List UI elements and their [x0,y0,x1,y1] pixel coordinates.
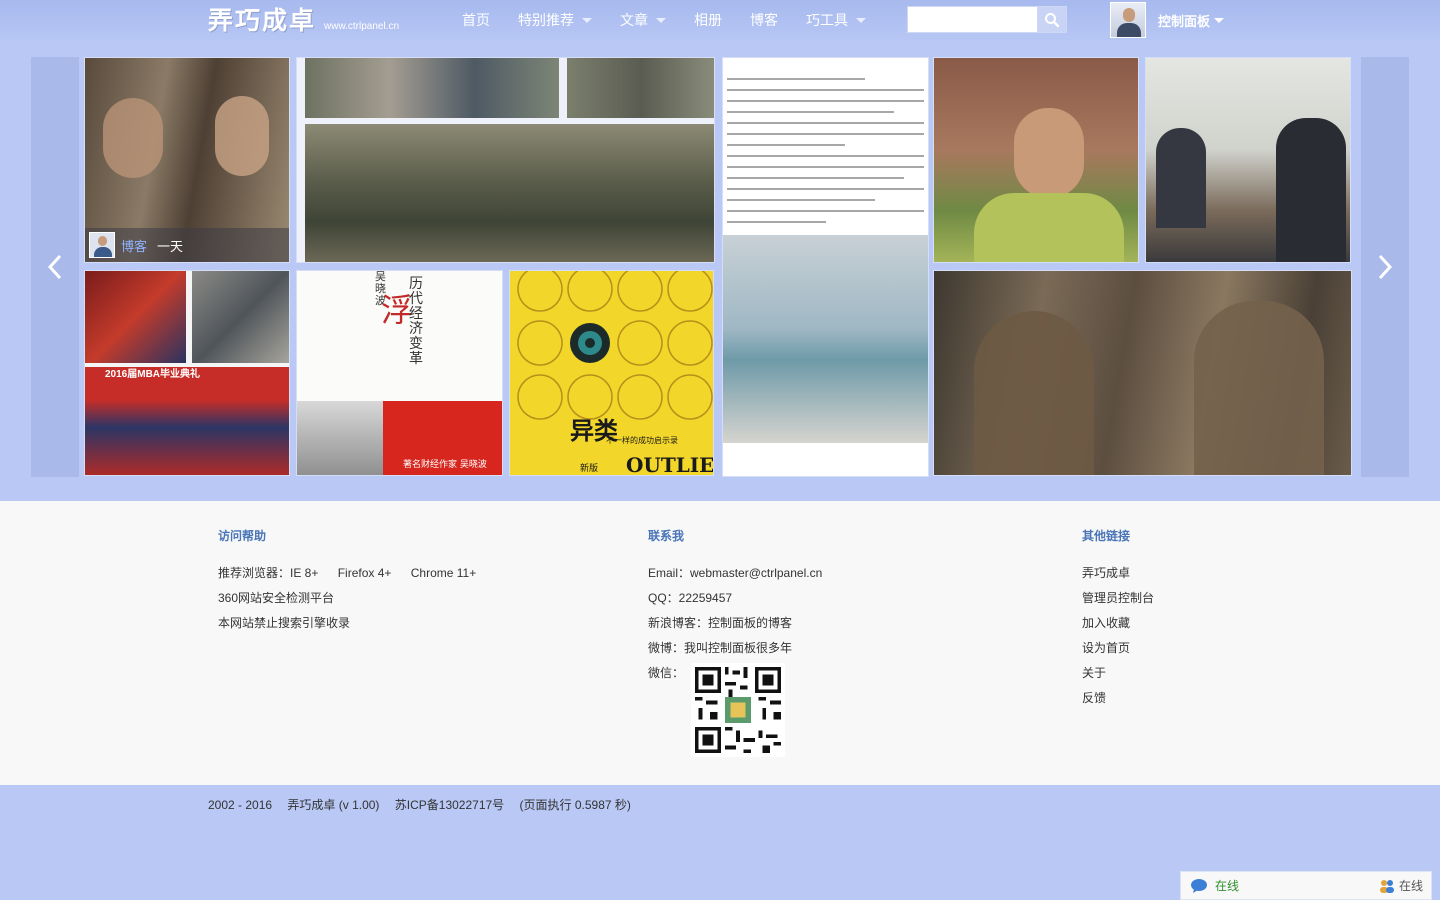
nav-albums-label: 相册 [694,12,722,28]
search-icon [1045,12,1060,27]
top-navigation-bar: 弄巧成卓 www.ctrlpanel.cn 首页 特别推荐 文章 相册 博客 巧… [0,0,1440,40]
gallery-tile-featured[interactable]: 博客 一天 [84,57,290,263]
copyright-exec-time: (页面执行 0.5987 秒) [519,798,631,812]
caption-category[interactable]: 博客 [121,236,147,255]
gallery-tile-book-outliers[interactable]: 异类 不一样的成功启示录 新版 OUTLIERS [509,270,714,476]
gallery-tile-group-photos[interactable] [296,57,715,263]
avatar[interactable] [1110,2,1146,38]
browser-recommendations: 推荐浏览器：IE 8+ Firefox 4+ Chrome 11+ [218,565,476,590]
browser-ie: 推荐浏览器：IE 8+ [218,566,319,580]
book-footer: 著名财经作家 吴晓波 [403,460,487,470]
no-index-notice: 本网站禁止搜索引擎收录 [218,616,351,630]
user-menu-label[interactable]: 控制面板 [1158,11,1225,30]
search-button[interactable] [1037,6,1067,33]
footer-contact-column: 联系我 Email：webmaster@ctrlpanel.cn QQ：2225… [648,527,822,757]
link-admin-console[interactable]: 管理员控制台 [1082,590,1154,615]
graduation-banner-text: 2016届MBA毕业典礼 [105,369,201,380]
photo-caption: 博客 一天 [85,228,289,262]
gallery-tile-meeting[interactable] [1145,57,1351,263]
chevron-down-icon [656,18,666,23]
main-nav: 首页 特别推荐 文章 相册 博客 巧工具 [462,0,894,40]
nav-home-label: 首页 [462,12,490,28]
footer-links-column: 其他链接 弄巧成卓 管理员控制台 加入收藏 设为首页 关于 反馈 [1082,527,1154,715]
copyright-bar: 2002 - 2016 弄巧成卓 (v 1.00) 苏ICP备13022717号… [208,796,643,813]
browser-firefox: Firefox 4+ [337,566,392,580]
book2-edition: 新版 [580,464,599,474]
chevron-down-icon [582,18,592,23]
logo-url: www.ctrlpanel.cn [324,21,400,32]
copyright-years: 2002 - 2016 [208,798,273,812]
copyright-site: 弄巧成卓 (v 1.00) [287,798,380,812]
chat-bubble-icon [1191,878,1207,893]
contact-weibo[interactable]: 微博：我叫控制面板很多年 [648,640,822,665]
link-home[interactable]: 弄巧成卓 [1082,565,1154,590]
gallery-tile-book-wu[interactable]: 吴晓波 浮 历代经济变革 著名财经作家 吴晓波 [296,270,503,476]
copyright-icp[interactable]: 苏ICP备13022717号 [395,798,504,812]
site-logo[interactable]: 弄巧成卓 www.ctrlpanel.cn [208,4,399,36]
footer-links-title: 其他链接 [1082,529,1131,543]
gallery-tile-graduation[interactable]: 2016届MBA毕业典礼 [84,270,290,476]
users-icon [1379,879,1394,893]
gallery-next-button[interactable] [1361,57,1409,477]
online-status-widget: 在线 在线 [1180,871,1432,900]
user-name: 控制面板 [1158,13,1211,29]
nav-featured-label: 特别推荐 [518,12,574,28]
link-set-homepage[interactable]: 设为首页 [1082,640,1154,665]
search-input[interactable] [907,6,1037,33]
wechat-qr-code [691,663,786,757]
nav-featured[interactable]: 特别推荐 [518,0,592,40]
link-about[interactable]: 关于 [1082,665,1154,690]
online-chat-label: 在线 [1215,879,1240,893]
logo-text: 弄巧成卓 [208,6,317,35]
chevron-down-icon [856,18,866,23]
gallery-tile-document[interactable] [722,57,929,477]
contact-wechat-label: 微信： [648,666,685,680]
book2-english: OUTLIERS [626,453,714,476]
book-subtitle: 历代经济变革 [409,276,423,367]
contact-email[interactable]: Email：webmaster@ctrlpanel.cn [648,565,822,590]
avatar [89,232,115,258]
footer-help-column: 访问帮助 推荐浏览器：IE 8+ Firefox 4+ Chrome 11+ 3… [218,527,476,640]
gallery-tile-movie[interactable] [933,270,1352,476]
caption-title[interactable]: 一天 [157,236,183,255]
footer-help-title: 访问帮助 [218,529,267,543]
nav-tools[interactable]: 巧工具 [806,0,866,40]
nav-blog[interactable]: 博客 [750,0,778,40]
link-feedback[interactable]: 反馈 [1082,690,1154,715]
gallery-prev-button[interactable] [31,57,79,477]
document-text-lines [727,78,924,232]
online-users-label: 在线 [1398,879,1423,893]
book2-subtitle: 不一样的成功启示录 [606,436,678,445]
security-check-link[interactable]: 360网站安全检测平台 [218,590,476,615]
footer-contact-title: 联系我 [648,529,685,543]
nav-tools-label: 巧工具 [806,12,848,28]
chevron-right-icon [1378,254,1393,280]
browser-chrome: Chrome 11+ [410,566,477,580]
chevron-left-icon [47,254,62,280]
page-footer: 访问帮助 推荐浏览器：IE 8+ Firefox 4+ Chrome 11+ 3… [0,501,1440,785]
contact-qq: QQ：22259457 [648,591,733,605]
link-add-favorite[interactable]: 加入收藏 [1082,615,1154,640]
nav-articles-label: 文章 [620,12,648,28]
contact-sina-blog[interactable]: 新浪博客：控制面板的博客 [648,615,822,640]
online-users-button[interactable]: 在线 [1378,877,1423,894]
chevron-down-icon [1214,18,1225,23]
nav-albums[interactable]: 相册 [694,0,722,40]
nav-articles[interactable]: 文章 [620,0,666,40]
user-menu[interactable]: 控制面板 [1110,2,1225,38]
online-chat-button[interactable]: 在线 [1190,877,1239,894]
nav-home[interactable]: 首页 [462,0,490,40]
nav-blog-label: 博客 [750,12,778,28]
gallery-tile-portrait[interactable] [933,57,1139,263]
